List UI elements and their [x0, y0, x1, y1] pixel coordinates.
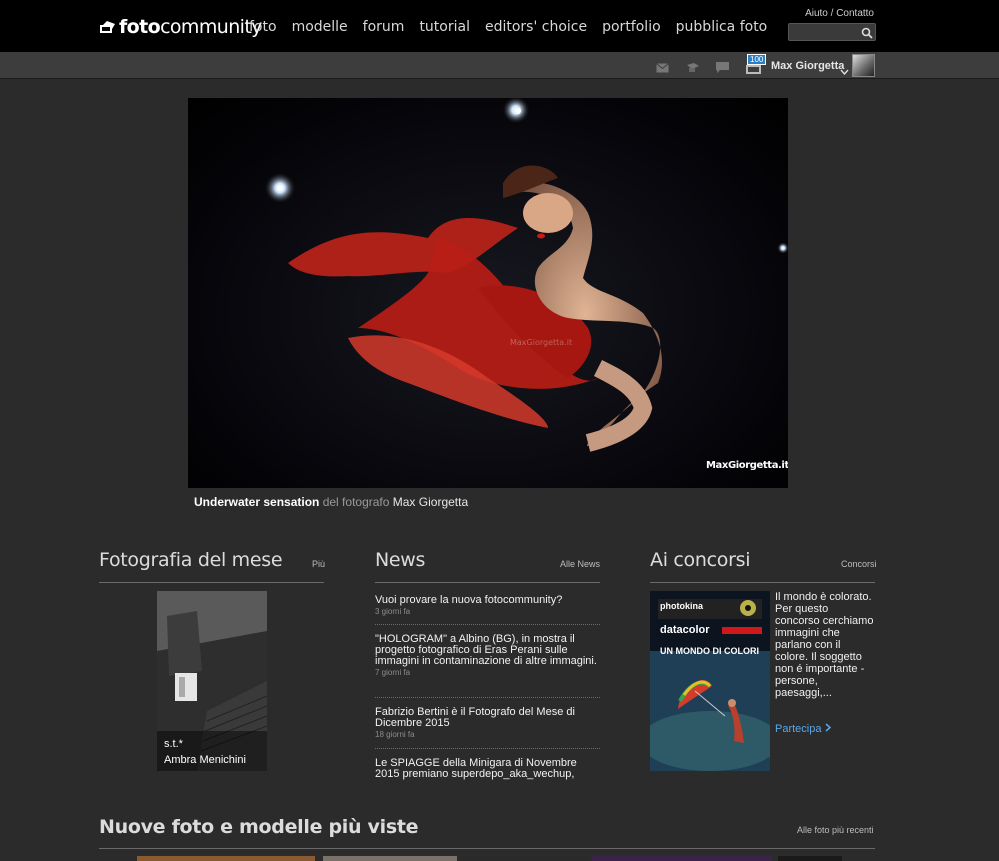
- main-nav: foto modelle forum tutorial editors' cho…: [249, 19, 767, 35]
- comment-icon[interactable]: [716, 60, 729, 78]
- chevron-right-icon: [825, 723, 831, 735]
- nav-tutorial[interactable]: tutorial: [419, 19, 470, 35]
- news-item[interactable]: "HOLOGRAM" a Albino (BG), in mostra il p…: [375, 634, 600, 678]
- news-heading: News: [375, 549, 426, 571]
- photo-of-month-more-link[interactable]: Più: [312, 559, 325, 569]
- contest-participate-link[interactable]: Partecipa: [775, 723, 831, 735]
- news-date: 18 giorni fa: [375, 730, 415, 739]
- news-date: 3 giorni fa: [375, 607, 411, 616]
- username-menu[interactable]: Max Giorgetta: [771, 60, 844, 72]
- news-separator: [375, 697, 600, 698]
- flag-icon[interactable]: [686, 60, 700, 78]
- search-icon[interactable]: [861, 26, 873, 39]
- new-photos-heading: Nuove foto e modelle più viste: [99, 816, 419, 838]
- camera-icon: [99, 20, 116, 34]
- contest-poster[interactable]: photokina datacolor UN MONDO DI COLORI: [650, 591, 770, 771]
- hero-watermark: MaxGiorgetta.it: [706, 460, 788, 471]
- divider: [650, 582, 875, 583]
- hero-title[interactable]: Underwater sensation: [194, 495, 319, 509]
- contests-heading: Ai concorsi: [650, 549, 751, 571]
- all-news-link[interactable]: Alle News: [560, 559, 600, 569]
- photo-of-month-heading: Fotografia del mese: [99, 549, 283, 571]
- nav-foto[interactable]: foto: [249, 19, 277, 35]
- poster-tagline: UN MONDO DI COLORI: [660, 646, 759, 656]
- help-contact-links[interactable]: Aiuto / Contatto: [805, 8, 874, 19]
- photo-of-month-author[interactable]: Ambra Menichini: [164, 754, 246, 766]
- search-box: [788, 23, 876, 43]
- photo-thumbnail[interactable]: [778, 856, 842, 861]
- hero-watermark-center: MaxGiorgetta.it: [510, 338, 573, 347]
- news-item[interactable]: Le SPIAGGE della Minigara di Novembre 20…: [375, 758, 600, 780]
- nav-forum[interactable]: forum: [363, 19, 405, 35]
- news-title[interactable]: Vuoi provare la nuova fotocommunity?: [375, 595, 600, 606]
- notification-badge: 100: [747, 54, 767, 65]
- all-recent-photos-link[interactable]: Alle foto più recenti: [797, 825, 874, 835]
- hero-connector: del fotografo: [319, 495, 393, 509]
- logo-text-bold: foto: [119, 16, 161, 38]
- contest-description: Il mondo è colorato. Per questo concorso…: [775, 591, 874, 699]
- logo-text-rest: community: [160, 16, 262, 38]
- photo-thumbnail[interactable]: [323, 856, 457, 861]
- poster-brand-photokina: photokina: [660, 601, 703, 611]
- nav-editors-choice[interactable]: editors' choice: [485, 19, 587, 35]
- photo-thumbnail[interactable]: [592, 856, 772, 861]
- news-item[interactable]: Vuoi provare la nuova fotocommunity? 3 g…: [375, 595, 600, 617]
- news-date: 7 giorni fa: [375, 668, 411, 677]
- search-input[interactable]: [789, 26, 859, 43]
- photo-of-month-image[interactable]: s.t.* Ambra Menichini: [157, 591, 267, 771]
- news-title[interactable]: Fabrizio Bertini è il Fotografo del Mese…: [375, 707, 600, 729]
- nav-pubblica-foto[interactable]: pubblica foto: [676, 19, 768, 35]
- news-item[interactable]: Fabrizio Bertini è il Fotografo del Mese…: [375, 707, 600, 740]
- news-title[interactable]: "HOLOGRAM" a Albino (BG), in mostra il p…: [375, 634, 600, 667]
- divider: [375, 582, 600, 583]
- hero-author[interactable]: Max Giorgetta: [393, 495, 468, 509]
- nav-modelle[interactable]: modelle: [292, 19, 348, 35]
- hero-caption: Underwater sensation del fotografo Max G…: [194, 495, 468, 509]
- divider: [99, 848, 875, 849]
- divider: [99, 582, 324, 583]
- photo-thumbnail[interactable]: [137, 856, 315, 861]
- news-separator: [375, 624, 600, 625]
- avatar[interactable]: [852, 54, 875, 77]
- photo-thumbnail[interactable]: [463, 856, 586, 861]
- contests-link[interactable]: Concorsi: [841, 559, 877, 569]
- news-title[interactable]: Le SPIAGGE della Minigara di Novembre 20…: [375, 758, 600, 780]
- poster-brand-datacolor: datacolor: [660, 624, 710, 636]
- user-bar: 100 Max Giorgetta: [0, 52, 999, 79]
- participate-label: Partecipa: [775, 723, 822, 735]
- mail-icon[interactable]: [656, 60, 669, 78]
- news-separator: [375, 748, 600, 749]
- site-logo[interactable]: fotocommunity: [99, 16, 262, 38]
- top-navigation-bar: fotocommunity foto modelle forum tutoria…: [0, 0, 999, 52]
- chevron-down-icon[interactable]: [840, 62, 849, 80]
- photo-of-month-title: s.t.*: [164, 738, 183, 750]
- hero-photo[interactable]: MaxGiorgetta.it MaxGiorgetta.it: [188, 98, 788, 488]
- nav-portfolio[interactable]: portfolio: [602, 19, 661, 35]
